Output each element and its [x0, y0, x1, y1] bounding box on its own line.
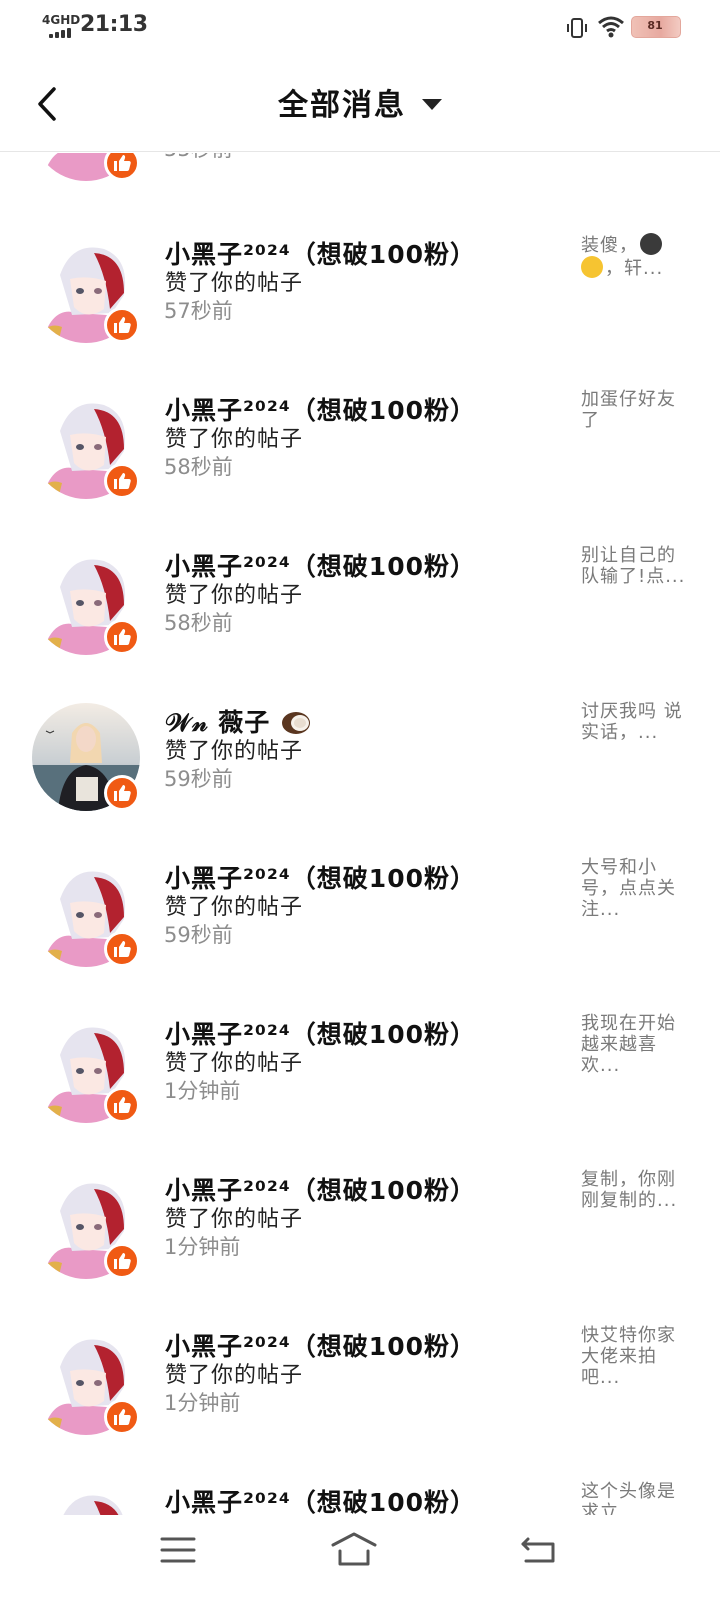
avatar[interactable] — [32, 547, 140, 655]
thumbs-up-icon — [104, 775, 140, 811]
message-time: 59秒前 — [164, 767, 233, 791]
list-item[interactable]: 小黑子²⁰²⁴（想破100粉） 赞了你的帖子 1分钟前 快艾特你家大佬来拍吧..… — [0, 1325, 720, 1483]
thumbs-up-icon — [104, 1399, 140, 1435]
preview-text: 装傻， — [581, 235, 638, 256]
message-time: 57秒前 — [164, 299, 233, 323]
message-time: 55秒前 — [164, 153, 233, 163]
preview-text: ，轩... — [605, 258, 664, 279]
thumbs-up-icon — [104, 307, 140, 343]
menu-icon[interactable] — [160, 1535, 196, 1565]
list-item[interactable]: 小黑子²⁰²⁴（想破100粉） 这个头像是求立... — [0, 1481, 720, 1515]
list-item[interactable]: 小黑子²⁰²⁴（想破100粉） 赞了你的帖子 59秒前 大号和小号，点点关注..… — [0, 857, 720, 1015]
post-preview[interactable]: 加蛋仔好友了 — [581, 389, 691, 431]
avatar[interactable] — [32, 1015, 140, 1123]
user-name[interactable]: 小黑子²⁰²⁴（想破100粉） — [165, 1483, 476, 1515]
thumbs-up-icon — [104, 1087, 140, 1123]
list-item[interactable]: 小黑子²⁰²⁴（想破100粉） 赞了你的帖子 57秒前 装傻， ，轩... — [0, 233, 720, 391]
post-preview[interactable]: 大号和小号，点点关注... — [581, 857, 691, 920]
avatar[interactable] — [32, 1327, 140, 1435]
system-nav-bar — [0, 1515, 720, 1600]
battery-level: 81 — [647, 19, 663, 32]
avatar[interactable] — [32, 1483, 140, 1515]
post-preview[interactable]: 这个头像是求立... — [581, 1481, 691, 1515]
thumbs-up-icon — [104, 463, 140, 499]
avatar[interactable] — [32, 391, 140, 499]
return-icon[interactable] — [520, 1535, 556, 1565]
action-text: 赞了你的帖子 — [165, 427, 304, 452]
avatar[interactable] — [32, 703, 140, 811]
list-item[interactable]: 小黑子²⁰²⁴（想破100粉） 赞了你的帖子 1分钟前 复制，你刚刚复制的... — [0, 1169, 720, 1327]
message-time: 1分钟前 — [164, 1391, 241, 1415]
thumbs-up-icon — [104, 153, 140, 181]
message-list[interactable]: 55秒前 小黑子²⁰²⁴（想破100粉） 赞了你的帖子 57秒前 装傻，，轩..… — [0, 153, 720, 1515]
post-preview[interactable]: 复制，你刚刚复制的... — [581, 1169, 691, 1211]
avatar[interactable] — [32, 859, 140, 967]
list-item[interactable]: 𝒲𝓃 薇子 赞了你的帖子 59秒前 讨厌我吗 说实话，... — [0, 701, 720, 859]
action-text: 赞了你的帖子 — [165, 739, 304, 764]
action-text: 赞了你的帖子 — [165, 583, 304, 608]
message-time: 1分钟前 — [164, 1079, 241, 1103]
header: 全部消息 — [0, 52, 720, 152]
message-time: 58秒前 — [164, 455, 233, 479]
message-time: 58秒前 — [164, 611, 233, 635]
message-time: 1分钟前 — [164, 1235, 241, 1259]
thumbs-up-icon — [104, 619, 140, 655]
message-time: 59秒前 — [164, 923, 233, 947]
chevron-down-icon — [422, 98, 442, 110]
post-preview[interactable]: 快艾特你家大佬来拍吧... — [581, 1325, 691, 1388]
post-preview[interactable]: 装傻， ，轩... — [581, 233, 691, 279]
dark-face-emoji-icon — [640, 233, 662, 255]
list-item[interactable]: 55秒前 — [0, 153, 720, 229]
page-title: 全部消息 — [278, 88, 406, 123]
avatar[interactable] — [32, 235, 140, 343]
signal-icon — [49, 28, 71, 38]
thumbs-up-icon — [104, 1243, 140, 1279]
battery-icon: 81 — [631, 16, 681, 38]
avatar[interactable] — [32, 153, 140, 181]
post-preview[interactable]: 别让自己的队输了!点... — [581, 545, 691, 587]
list-item[interactable]: 小黑子²⁰²⁴（想破100粉） 赞了你的帖子 58秒前 加蛋仔好友了 — [0, 389, 720, 547]
list-item[interactable]: 小黑子²⁰²⁴（想破100粉） 赞了你的帖子 58秒前 别让自己的队输了!点..… — [0, 545, 720, 703]
network-type: 4GHD — [42, 13, 81, 27]
action-text: 赞了你的帖子 — [165, 1207, 304, 1232]
post-preview[interactable]: 我现在开始越来越喜欢... — [581, 1013, 691, 1076]
anime-avatar-image — [32, 1483, 140, 1515]
thumbs-up-icon — [104, 931, 140, 967]
vibrate-icon — [567, 18, 587, 38]
smile-emoji-icon — [581, 256, 603, 278]
status-bar: 4GHD 21:13 81 — [0, 0, 720, 52]
action-text: 赞了你的帖子 — [165, 895, 304, 920]
coconut-emoji-icon — [282, 712, 311, 734]
message-filter-dropdown[interactable]: 全部消息 — [0, 80, 720, 124]
action-text: 赞了你的帖子 — [165, 271, 304, 296]
home-icon[interactable] — [330, 1531, 378, 1567]
action-text: 赞了你的帖子 — [165, 1363, 304, 1388]
avatar[interactable] — [32, 1171, 140, 1279]
status-time: 21:13 — [80, 12, 148, 37]
list-item[interactable]: 小黑子²⁰²⁴（想破100粉） 赞了你的帖子 1分钟前 我现在开始越来越喜欢..… — [0, 1013, 720, 1171]
post-preview[interactable]: 讨厌我吗 说实话，... — [581, 701, 691, 743]
wifi-icon — [598, 16, 624, 38]
action-text: 赞了你的帖子 — [165, 1051, 304, 1076]
